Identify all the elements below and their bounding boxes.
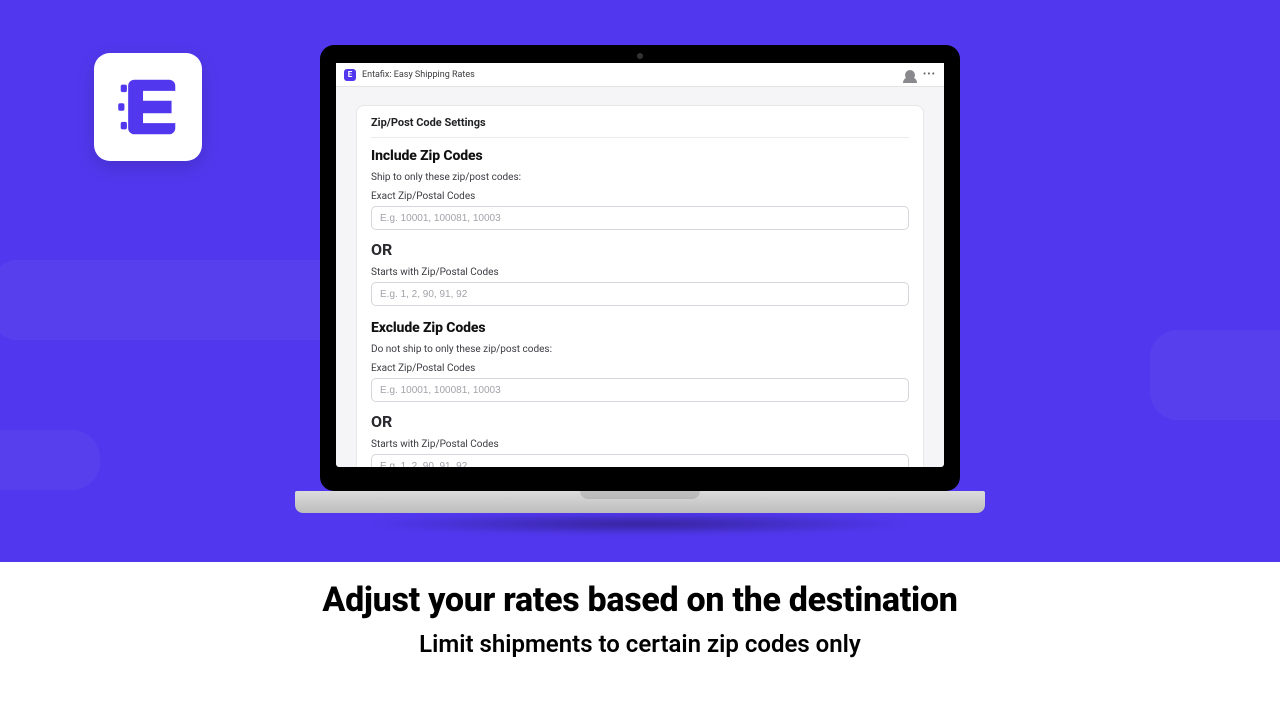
app-icon: E	[344, 69, 356, 81]
hero-background: E Entafix: Easy Shipping Rates ••• Zip/P…	[0, 0, 1280, 562]
exclude-hint: Do not ship to only these zip/post codes…	[371, 344, 909, 355]
more-menu-icon[interactable]: •••	[923, 70, 936, 80]
bg-shape	[0, 430, 100, 490]
entafix-logo-icon	[115, 76, 181, 138]
exclude-starts-group: Starts with Zip/Postal Codes	[371, 439, 909, 467]
bg-shape	[1150, 330, 1280, 420]
user-avatar-icon[interactable]	[905, 70, 915, 80]
caption-subhead: Limit shipments to certain zip codes onl…	[0, 630, 1280, 658]
laptop-base	[295, 491, 985, 513]
marketing-caption: Adjust your rates based on the destinati…	[0, 580, 1280, 658]
caption-headline: Adjust your rates based on the destinati…	[0, 580, 1280, 620]
include-heading: Include Zip Codes	[371, 148, 909, 164]
laptop-shadow	[364, 513, 916, 535]
include-exact-group: Exact Zip/Postal Codes	[371, 191, 909, 230]
exclude-starts-input[interactable]	[371, 454, 909, 467]
exclude-exact-input[interactable]	[371, 378, 909, 402]
include-starts-group: Starts with Zip/Postal Codes	[371, 267, 909, 306]
app-icon-letter: E	[348, 71, 353, 79]
laptop-mock: E Entafix: Easy Shipping Rates ••• Zip/P…	[295, 45, 985, 543]
app-titlebar: E Entafix: Easy Shipping Rates •••	[336, 63, 944, 87]
include-hint: Ship to only these zip/post codes:	[371, 172, 909, 183]
include-exact-label: Exact Zip/Postal Codes	[371, 191, 909, 202]
app-logo-tile	[94, 53, 202, 161]
screen-body: Zip/Post Code Settings Include Zip Codes…	[336, 87, 944, 467]
stage: E Entafix: Easy Shipping Rates ••• Zip/P…	[0, 0, 1280, 720]
card-title: Zip/Post Code Settings	[371, 116, 909, 138]
laptop-bezel: E Entafix: Easy Shipping Rates ••• Zip/P…	[320, 45, 960, 491]
include-starts-input[interactable]	[371, 282, 909, 306]
include-exact-input[interactable]	[371, 206, 909, 230]
app-title: Entafix: Easy Shipping Rates	[362, 70, 475, 80]
exclude-exact-group: Exact Zip/Postal Codes	[371, 363, 909, 402]
laptop-camera	[637, 53, 643, 59]
app-screen: E Entafix: Easy Shipping Rates ••• Zip/P…	[336, 63, 944, 467]
exclude-exact-label: Exact Zip/Postal Codes	[371, 363, 909, 374]
exclude-starts-label: Starts with Zip/Postal Codes	[371, 439, 909, 450]
include-starts-label: Starts with Zip/Postal Codes	[371, 267, 909, 278]
exclude-or-divider: OR	[371, 412, 909, 431]
include-or-divider: OR	[371, 240, 909, 259]
settings-card: Zip/Post Code Settings Include Zip Codes…	[356, 105, 924, 467]
exclude-heading: Exclude Zip Codes	[371, 320, 909, 336]
